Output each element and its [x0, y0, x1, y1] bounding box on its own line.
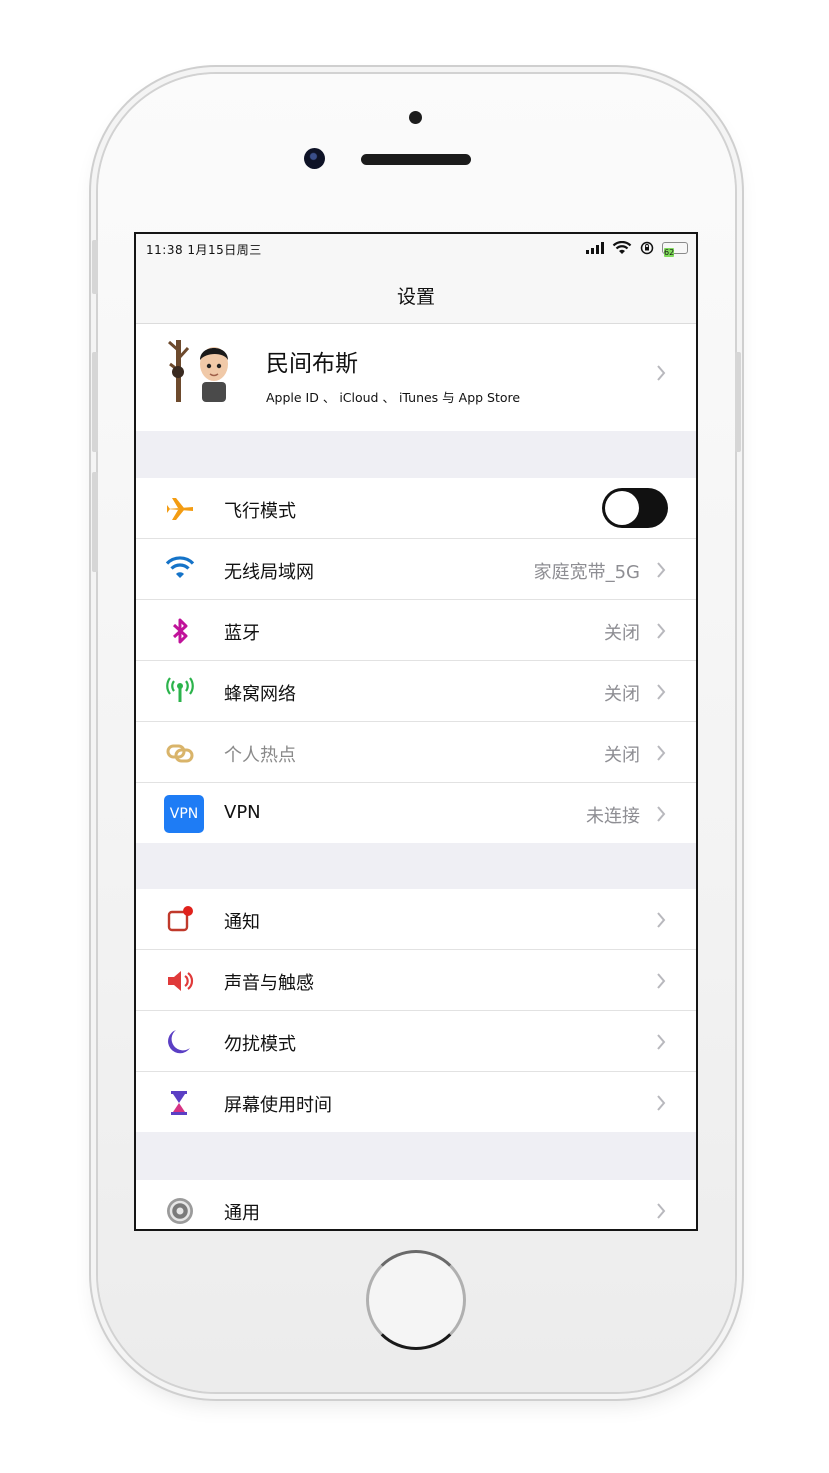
- front-camera-icon: [304, 148, 325, 169]
- moon-icon: [168, 1030, 190, 1054]
- settings-row-value: 关闭: [604, 623, 640, 644]
- settings-row-notifications[interactable]: 通知: [136, 889, 696, 950]
- settings-row-hotspot[interactable]: 个人热点 关闭: [136, 722, 696, 783]
- chevron-right-icon: [657, 623, 666, 639]
- settings-row-label: 无线局域网: [224, 562, 314, 583]
- chevron-right-icon: [657, 1203, 666, 1219]
- settings-row-label: 通用: [224, 1203, 260, 1224]
- chevron-right-icon: [657, 1095, 666, 1111]
- settings-row-label: VPN: [224, 802, 261, 823]
- battery-level: 62: [664, 248, 675, 257]
- airplane-mode-toggle[interactable]: [602, 488, 668, 528]
- wifi-status-icon: [612, 241, 632, 254]
- volume-up-button: [92, 352, 98, 452]
- profile-subtitle: Apple ID 、 iCloud 、 iTunes 与 App Store: [266, 390, 521, 405]
- settings-row-value: 家庭宽带_5G: [533, 562, 640, 583]
- settings-row-sounds[interactable]: 声音与触感: [136, 950, 696, 1011]
- settings-row-label: 飞行模式: [224, 501, 296, 522]
- network-settings-group: 飞行模式 无线局域网 家庭宽带_5G 蓝牙 关闭 蜂窝网络 关闭 个人热点 关闭: [136, 478, 696, 843]
- navigation-bar: 设置: [136, 264, 696, 324]
- settings-row-value: 关闭: [604, 745, 640, 766]
- settings-row-screen-time[interactable]: 屏幕使用时间: [136, 1072, 696, 1132]
- settings-row-vpn[interactable]: VPN VPN 未连接: [136, 783, 696, 843]
- settings-row-airplane[interactable]: 飞行模式: [136, 478, 696, 539]
- cellular-icon: [166, 677, 194, 702]
- notification-icon: [167, 906, 193, 932]
- signal-icon: [586, 242, 604, 254]
- chevron-right-icon: [657, 684, 666, 700]
- chevron-right-icon: [657, 562, 666, 578]
- settings-row-value: 关闭: [604, 684, 640, 705]
- home-button[interactable]: [366, 1250, 466, 1350]
- settings-row-label: 蜂窝网络: [224, 684, 296, 705]
- hourglass-icon: [171, 1091, 187, 1115]
- settings-row-bluetooth[interactable]: 蓝牙 关闭: [136, 600, 696, 661]
- airplane-icon: [167, 498, 193, 520]
- mute-switch: [92, 240, 98, 294]
- bluetooth-icon: [172, 618, 188, 644]
- settings-row-wifi[interactable]: 无线局域网 家庭宽带_5G: [136, 539, 696, 600]
- rotation-lock-icon: [640, 241, 654, 255]
- chevron-right-icon: [657, 365, 666, 381]
- settings-row-label: 屏幕使用时间: [224, 1095, 332, 1116]
- settings-row-label: 蓝牙: [224, 623, 260, 644]
- volume-down-button: [92, 472, 98, 572]
- profile-name: 民间布斯: [266, 351, 358, 377]
- chevron-right-icon: [657, 745, 666, 761]
- power-button: [735, 352, 741, 452]
- chevron-right-icon: [657, 912, 666, 928]
- speaker-icon: [168, 971, 194, 991]
- settings-row-label: 声音与触感: [224, 973, 314, 994]
- proximity-sensor: [409, 111, 422, 124]
- chevron-right-icon: [657, 1034, 666, 1050]
- notification-settings-group: 通知 声音与触感 勿扰模式 屏幕使用时间: [136, 889, 696, 1132]
- status-time: 11:38 1月15日周三: [146, 243, 262, 257]
- settings-row-label: 勿扰模式: [224, 1034, 296, 1055]
- earpiece-speaker: [361, 154, 471, 165]
- toggle-knob: [605, 491, 639, 525]
- settings-row-cellular[interactable]: 蜂窝网络 关闭: [136, 661, 696, 722]
- page-title: 设置: [396, 286, 435, 308]
- profile-row[interactable]: 民间布斯 Apple ID 、 iCloud 、 iTunes 与 App St…: [136, 324, 696, 431]
- settings-row-label: 个人热点: [224, 745, 296, 766]
- general-settings-group: 通用: [136, 1180, 696, 1229]
- hotspot-icon: [166, 744, 194, 763]
- chevron-right-icon: [657, 973, 666, 989]
- battery-icon: 62: [662, 242, 688, 257]
- vpn-icon: VPN: [164, 795, 204, 833]
- avatar: [168, 340, 228, 402]
- wifi-icon: [165, 556, 195, 578]
- settings-row-label: 通知: [224, 912, 260, 933]
- chevron-right-icon: [657, 806, 666, 822]
- screen: 11:38 1月15日周三 62 设置 民间布斯 Apple ID 、 iClo…: [134, 232, 698, 1231]
- settings-row-do-not-disturb[interactable]: 勿扰模式: [136, 1011, 696, 1072]
- settings-row-general[interactable]: 通用: [136, 1180, 696, 1229]
- status-bar: 11:38 1月15日周三 62: [136, 234, 696, 264]
- gear-icon: [167, 1198, 193, 1224]
- settings-row-value: 未连接: [586, 806, 640, 827]
